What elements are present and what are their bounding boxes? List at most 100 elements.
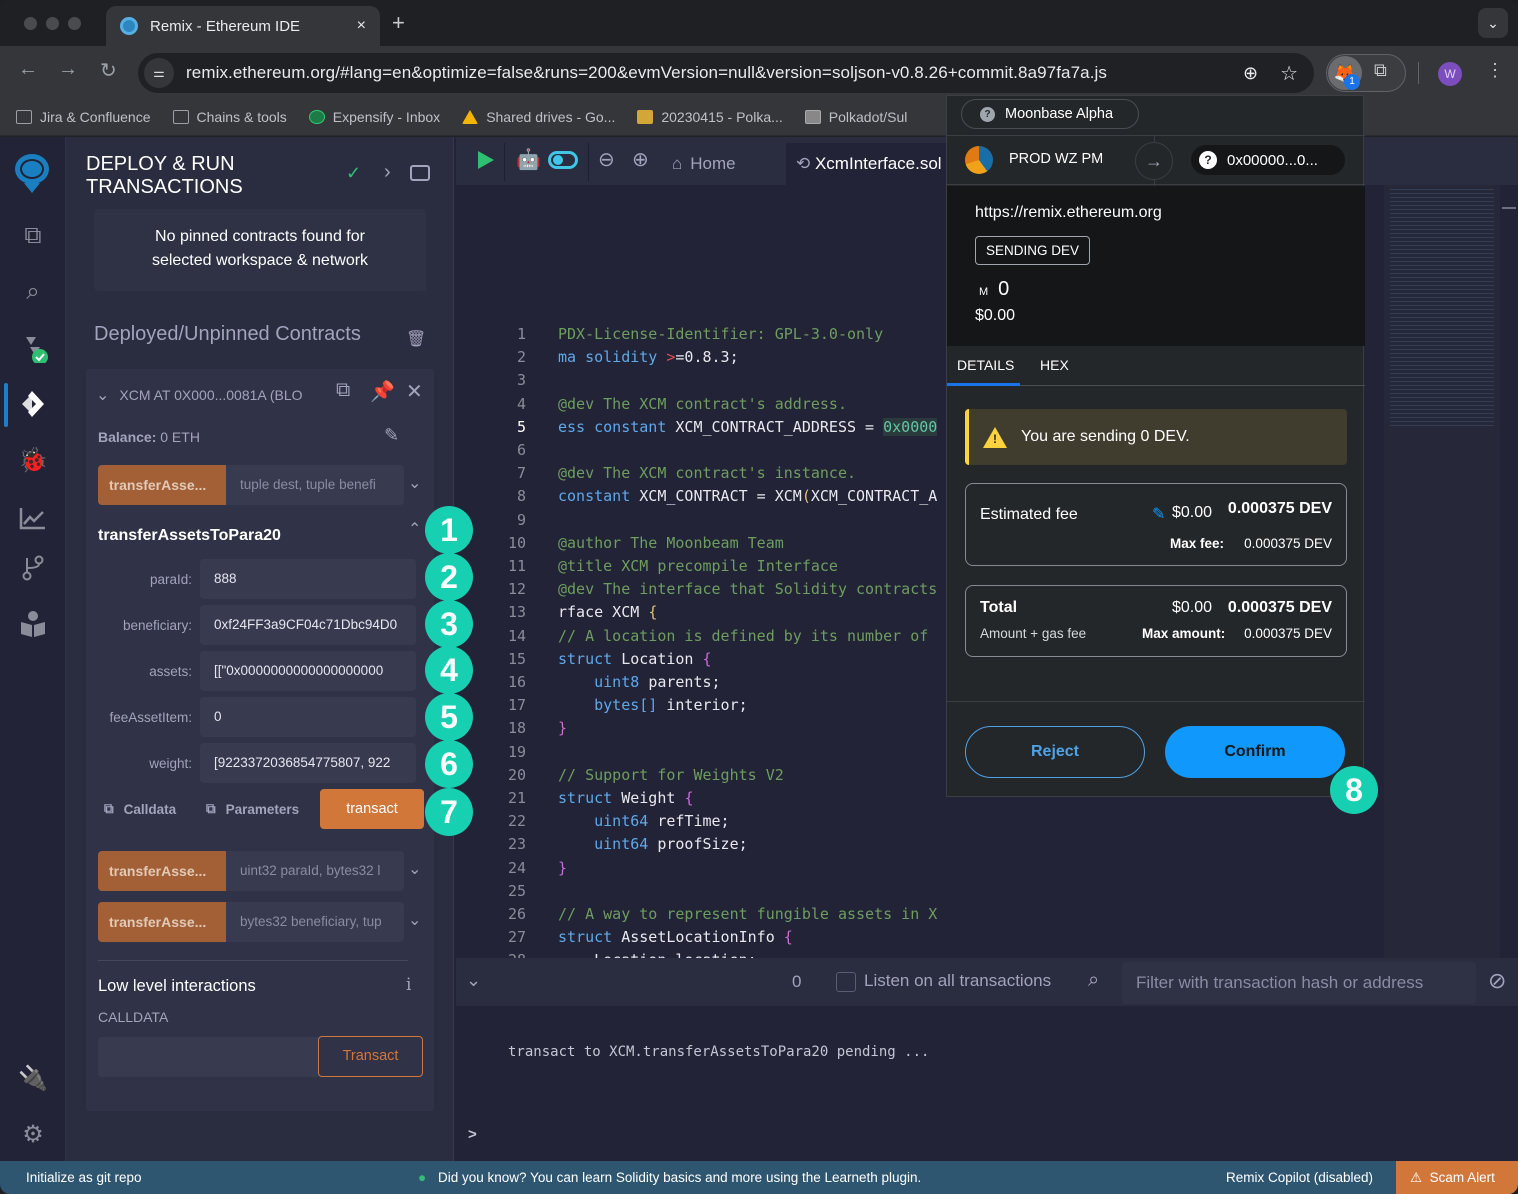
browser-menu-icon[interactable]: ⋮ xyxy=(1486,60,1504,81)
tab-details[interactable]: DETAILS xyxy=(957,357,1014,373)
minimize-window-button[interactable] xyxy=(46,17,59,30)
param-input-beneficiary[interactable]: 0xf24FF3a9CF04c71Dbc94D0 xyxy=(200,605,416,645)
profile-avatar[interactable]: W xyxy=(1438,62,1462,86)
ai-toggle[interactable] xyxy=(548,151,578,169)
site-settings-icon[interactable]: ⚌ xyxy=(144,58,174,88)
function-args-input[interactable]: bytes32 beneficiary, tup xyxy=(226,902,404,942)
run-play-icon[interactable] xyxy=(476,149,496,176)
bookmark-shared-drives[interactable]: Shared drives - Go... xyxy=(462,109,615,125)
function-args-input[interactable]: uint32 paraId, bytes32 l xyxy=(226,851,404,891)
settings-gear-icon[interactable]: ⚙ xyxy=(16,1117,50,1151)
plugin-manager-icon[interactable]: 🔌 xyxy=(16,1061,50,1095)
edit-icon[interactable]: ✎ xyxy=(384,425,399,446)
param-input-weight[interactable]: [9223372036854775807, 922 xyxy=(200,743,416,783)
low-level-transact-button[interactable]: Transact xyxy=(318,1036,423,1077)
transact-button[interactable]: transact xyxy=(320,789,424,829)
reload-icon[interactable]: ↻ xyxy=(100,58,117,83)
param-row: assets: [["0x0000000000000000000 xyxy=(98,651,424,691)
git-branch-icon[interactable] xyxy=(16,551,50,585)
function-button[interactable]: transferAsse... xyxy=(98,902,226,942)
copy-parameters-button[interactable]: ⧉ Parameters xyxy=(206,801,299,817)
address-bar[interactable]: ⚌ remix.ethereum.org/#lang=en&optimize=f… xyxy=(138,53,1314,93)
new-tab-button[interactable]: + xyxy=(392,10,405,36)
ai-robot-icon[interactable]: 🤖 xyxy=(516,147,541,172)
extensions-puzzle-icon[interactable]: ⧉ xyxy=(1374,60,1387,81)
instance-header[interactable]: ⌄ XCM AT 0X000...0081A (BLO xyxy=(96,385,303,405)
zoom-in-icon[interactable]: ⊕ xyxy=(632,147,649,172)
reject-button[interactable]: Reject xyxy=(965,726,1145,778)
bookmark-chains[interactable]: Chains & tools xyxy=(172,109,287,125)
instance-balance: Balance: 0 ETH xyxy=(98,429,200,445)
chevron-down-icon[interactable]: ⌄ xyxy=(96,385,109,405)
calldata-input[interactable] xyxy=(98,1037,318,1077)
editor-scrollbar[interactable] xyxy=(1500,185,1518,958)
bookmark-jira[interactable]: Jira & Confluence xyxy=(16,109,151,125)
analytics-chart-icon[interactable] xyxy=(16,501,50,535)
terminal-prompt[interactable]: > xyxy=(468,1126,477,1143)
code-token: AssetLocationInfo xyxy=(621,928,784,947)
chevron-right-icon[interactable]: › xyxy=(384,161,391,184)
url-text[interactable]: remix.ethereum.org/#lang=en&optimize=fal… xyxy=(186,63,1107,83)
recipient-address[interactable]: ? 0x00000...0... xyxy=(1191,145,1345,175)
contract-instance: ⌄ XCM AT 0X000...0081A (BLO ⧉ 📌 ✕ Balanc… xyxy=(86,369,434,1111)
bookmark-slides[interactable]: 20230415 - Polka... xyxy=(637,109,783,125)
search-icon[interactable]: ⌕ xyxy=(1088,969,1099,992)
zoom-out-icon[interactable]: ⊖ xyxy=(598,147,615,172)
zoom-icon[interactable]: ⊕ xyxy=(1243,63,1258,84)
deploy-run-icon[interactable] xyxy=(16,387,50,421)
forward-arrow-icon[interactable]: → xyxy=(58,58,78,81)
network-selector[interactable]: ? Moonbase Alpha xyxy=(961,99,1139,129)
chevron-down-icon[interactable]: ⌄ xyxy=(408,859,421,879)
maximize-window-button[interactable] xyxy=(68,17,81,30)
code-token: { xyxy=(648,603,658,622)
clear-console-icon[interactable]: ⊘ xyxy=(1488,968,1506,994)
dock-panel-icon[interactable] xyxy=(410,165,430,181)
copy-calldata-button[interactable]: ⧉ Calldata xyxy=(104,801,176,817)
bookmark-polkadot[interactable]: Polkadot/Sul xyxy=(804,109,907,125)
step-badge: 6 xyxy=(425,740,473,788)
collapse-terminal-icon[interactable]: ⌄ xyxy=(466,970,481,991)
close-window-button[interactable] xyxy=(24,17,37,30)
tab-close-icon[interactable]: × xyxy=(357,17,366,35)
info-icon[interactable]: i xyxy=(406,975,411,995)
bookmark-star-icon[interactable]: ☆ xyxy=(1280,61,1298,86)
confirm-button[interactable]: Confirm xyxy=(1165,726,1345,778)
tab-hex[interactable]: HEX xyxy=(1040,357,1069,373)
minimap[interactable] xyxy=(1384,185,1500,958)
param-input-feeassetitem[interactable]: 0 xyxy=(200,697,416,737)
network-name: Moonbase Alpha xyxy=(1005,106,1114,122)
tab-search-chevron-icon[interactable]: ⌄ xyxy=(1478,8,1508,38)
solidity-compiler-icon[interactable] xyxy=(16,331,50,365)
chevron-down-icon[interactable]: ⌄ xyxy=(408,910,421,930)
active-indicator xyxy=(4,383,8,427)
edit-gas-pencil-icon[interactable]: ✎ xyxy=(1152,504,1165,524)
learneth-book-icon[interactable] xyxy=(16,607,50,641)
debugger-bug-icon[interactable]: 🐞 xyxy=(16,443,50,477)
function-button[interactable]: transferAsse... xyxy=(98,851,226,891)
code-token: Weight xyxy=(621,789,685,807)
copy-icon[interactable]: ⧉ xyxy=(336,379,350,402)
browser-tab[interactable]: Remix - Ethereum IDE × xyxy=(106,6,380,46)
copilot-status[interactable]: Remix Copilot (disabled) xyxy=(1226,1170,1373,1185)
git-init-link[interactable]: Initialize as git repo xyxy=(26,1170,142,1185)
file-explorer-icon[interactable]: ⧉ xyxy=(16,219,50,253)
tab-xcminterface[interactable]: ⟲ XcmInterface.sol xyxy=(786,143,956,185)
chevron-down-icon[interactable]: ⌄ xyxy=(408,473,421,493)
function-args-input[interactable]: tuple dest, tuple benefi xyxy=(226,465,404,505)
remix-logo-icon[interactable] xyxy=(10,151,54,195)
pin-icon[interactable]: 📌 xyxy=(370,379,395,404)
trash-icon[interactable]: 🗑 xyxy=(406,329,426,349)
chevron-up-icon[interactable]: ⌃ xyxy=(408,519,421,539)
tx-filter-input[interactable]: Filter with transaction hash or address xyxy=(1122,962,1476,1004)
bookmark-expensify[interactable]: Expensify - Inbox xyxy=(308,109,440,125)
param-input-paraid[interactable]: 888 xyxy=(200,559,416,599)
back-arrow-icon[interactable]: ← xyxy=(18,58,38,81)
function-button[interactable]: transferAsse... xyxy=(98,465,226,505)
tab-home[interactable]: ⌂ Home xyxy=(672,154,736,174)
scam-alert-button[interactable]: ⚠ Scam Alert xyxy=(1396,1161,1518,1194)
close-icon[interactable]: ✕ xyxy=(406,379,423,404)
param-input-assets[interactable]: [["0x0000000000000000000 xyxy=(200,651,416,691)
code-line: constant XCM_CONTRACT = XCM(XCM_CONTRACT… xyxy=(558,487,937,505)
search-icon[interactable]: ⌕ xyxy=(16,275,50,309)
listen-all-checkbox[interactable] xyxy=(836,972,856,992)
